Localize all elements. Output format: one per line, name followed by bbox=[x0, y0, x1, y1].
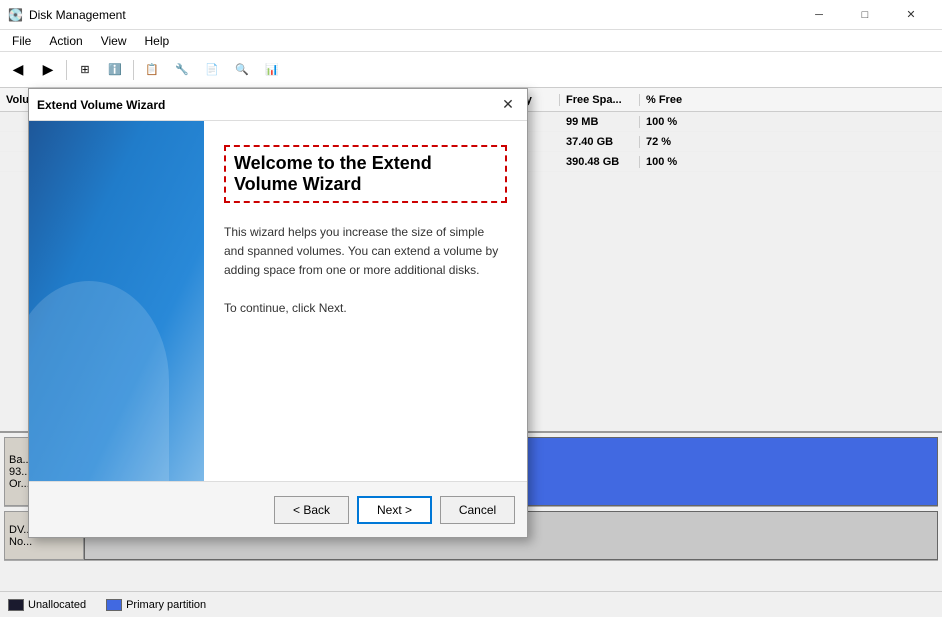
cell-freespace-3: 390.48 GB bbox=[560, 156, 640, 168]
status-bar: Unallocated Primary partition bbox=[0, 591, 942, 617]
title-bar: 💽 Disk Management ─ □ ✕ bbox=[0, 0, 942, 30]
wizard-next-button[interactable]: Next > bbox=[357, 496, 432, 524]
cell-freepct-2: 72 % bbox=[640, 136, 700, 148]
wizard-description: This wizard helps you increase the size … bbox=[224, 223, 507, 281]
toolbar-sep2 bbox=[133, 60, 134, 80]
legend-unallocated-box bbox=[8, 599, 24, 611]
wizard-cancel-button[interactable]: Cancel bbox=[440, 496, 515, 524]
wizard-content: Welcome to the Extend Volume Wizard This… bbox=[204, 121, 527, 481]
app-icon: 💽 bbox=[8, 8, 23, 22]
cell-freespace-1: 99 MB bbox=[560, 116, 640, 128]
legend-primary-box bbox=[106, 599, 122, 611]
toolbar: ◀ ▶ ⊞ ℹ️ 📋 🔧 📄 🔍 📊 bbox=[0, 52, 942, 88]
wizard-heading: Welcome to the Extend Volume Wizard bbox=[224, 145, 507, 203]
wizard-sidebar bbox=[29, 121, 204, 481]
menu-action[interactable]: Action bbox=[41, 32, 90, 50]
cell-freespace-2: 37.40 GB bbox=[560, 136, 640, 148]
col-header-freespace: Free Spa... bbox=[560, 94, 640, 106]
toolbar-btn5[interactable]: 📄 bbox=[198, 56, 226, 84]
toolbar-sep1 bbox=[66, 60, 67, 80]
wizard-hint: To continue, click Next. bbox=[224, 301, 507, 315]
toolbar-forward[interactable]: ▶ bbox=[34, 56, 62, 84]
menu-view[interactable]: View bbox=[93, 32, 135, 50]
toolbar-btn1[interactable]: ⊞ bbox=[71, 56, 99, 84]
legend-unallocated-label: Unallocated bbox=[28, 599, 86, 611]
menu-bar: File Action View Help bbox=[0, 30, 942, 52]
wizard-dialog: Extend Volume Wizard ✕ Welcome to the Ex… bbox=[28, 88, 528, 538]
minimize-button[interactable]: ─ bbox=[796, 0, 842, 30]
maximize-button[interactable]: □ bbox=[842, 0, 888, 30]
app-close-button[interactable]: ✕ bbox=[888, 0, 934, 30]
legend-primary: Primary partition bbox=[106, 599, 206, 611]
app-title: Disk Management bbox=[29, 8, 126, 22]
cell-freepct-3: 100 % bbox=[640, 156, 700, 168]
wizard-sidebar-blob bbox=[29, 281, 169, 481]
toolbar-btn3[interactable]: 📋 bbox=[138, 56, 166, 84]
cell-freepct-1: 100 % bbox=[640, 116, 700, 128]
title-bar-left: 💽 Disk Management bbox=[8, 8, 126, 22]
toolbar-btn6[interactable]: 🔍 bbox=[228, 56, 256, 84]
legend-primary-label: Primary partition bbox=[126, 599, 206, 611]
col-header-freepct: % Free bbox=[640, 94, 700, 106]
wizard-close-button[interactable]: ✕ bbox=[497, 94, 519, 116]
wizard-footer: < Back Next > Cancel bbox=[29, 481, 527, 537]
toolbar-back[interactable]: ◀ bbox=[4, 56, 32, 84]
wizard-title-label: Extend Volume Wizard bbox=[37, 98, 165, 112]
toolbar-btn4[interactable]: 🔧 bbox=[168, 56, 196, 84]
wizard-body: Welcome to the Extend Volume Wizard This… bbox=[29, 121, 527, 481]
wizard-back-button[interactable]: < Back bbox=[274, 496, 349, 524]
wizard-title-bar: Extend Volume Wizard ✕ bbox=[29, 89, 527, 121]
toolbar-btn2[interactable]: ℹ️ bbox=[101, 56, 129, 84]
title-bar-controls: ─ □ ✕ bbox=[796, 0, 934, 30]
legend-unallocated: Unallocated bbox=[8, 599, 86, 611]
menu-help[interactable]: Help bbox=[137, 32, 178, 50]
toolbar-btn7[interactable]: 📊 bbox=[258, 56, 286, 84]
menu-file[interactable]: File bbox=[4, 32, 39, 50]
